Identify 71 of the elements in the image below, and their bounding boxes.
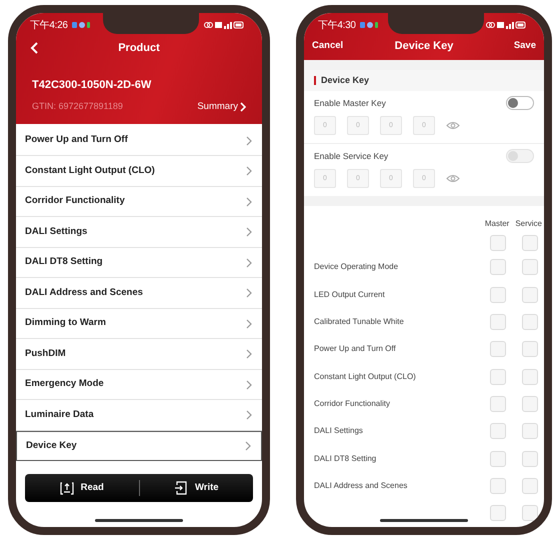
checkbox[interactable]: [490, 368, 506, 385]
checkbox[interactable]: [490, 423, 506, 440]
setting-label: Enable Service Key: [314, 150, 388, 163]
setting-label: Enable Master Key: [314, 96, 386, 110]
checkbox[interactable]: [522, 423, 538, 440]
chevron-right-icon: [246, 288, 252, 298]
chevron-right-icon: [246, 258, 252, 268]
chevron-right-icon: [240, 102, 246, 112]
checkbox[interactable]: [522, 234, 538, 251]
write-button[interactable]: Write: [140, 474, 253, 502]
chevron-right-icon: [246, 410, 252, 420]
chevron-right-icon: [246, 166, 252, 176]
chevron-right-icon: [246, 227, 252, 237]
screen-title: Product: [118, 40, 160, 56]
section-title: Device Key: [321, 74, 370, 87]
permission-label: DALI Address and Scenes: [314, 480, 408, 492]
chevron-right-icon: [245, 441, 251, 451]
column-header: Service: [515, 218, 542, 230]
permission-label: Calibrated Tunable White: [314, 316, 405, 328]
checkbox[interactable]: [522, 368, 538, 385]
checkbox[interactable]: [522, 286, 538, 303]
checkbox[interactable]: [490, 450, 506, 467]
checkbox[interactable]: [522, 505, 538, 522]
checkbox[interactable]: [490, 259, 506, 276]
gtin-text: GTIN: 6972677891189: [32, 100, 123, 113]
checkbox[interactable]: [522, 450, 538, 467]
import-icon: [174, 481, 188, 496]
checkbox[interactable]: [490, 286, 506, 303]
eye-icon: [446, 121, 460, 130]
status-icons-drawing: [204, 21, 244, 29]
permission-label: Constant Light Output (CLO): [314, 370, 417, 383]
permission-label: LED Output Current: [314, 288, 386, 301]
checkbox[interactable]: [490, 341, 506, 358]
status-time: 下午4:26: [30, 18, 68, 32]
summary-link[interactable]: Summary: [197, 100, 246, 114]
checkbox[interactable]: [490, 396, 506, 412]
cancel-button[interactable]: Cancel: [312, 39, 344, 54]
permission-label: Power Up and Turn Off: [314, 343, 397, 356]
save-button[interactable]: Save: [514, 39, 536, 54]
eye-icon: [446, 174, 460, 184]
screen-title: Device Key: [394, 39, 454, 54]
chevron-right-icon: [246, 136, 252, 146]
checkbox[interactable]: [490, 234, 506, 251]
notification-icons-drawing: [360, 22, 378, 28]
chevron-right-icon: [246, 380, 252, 390]
toggle-switch[interactable]: [506, 96, 534, 110]
chevron-right-icon: [246, 349, 252, 359]
checkbox[interactable]: [490, 505, 506, 522]
notification-icons-drawing: [72, 22, 90, 28]
menu-item[interactable]: Device Key: [16, 430, 262, 462]
checkbox[interactable]: [490, 478, 506, 494]
status-icons-drawing: [486, 21, 526, 29]
permission-label: DALI DT8 Setting: [314, 452, 378, 465]
checkbox[interactable]: [522, 314, 538, 330]
back-icon: [30, 42, 38, 54]
checkbox[interactable]: [490, 314, 506, 330]
permission-label: DALI Settings: [314, 425, 364, 438]
section-marker: [314, 76, 316, 85]
permission-label: Device Operating Mode: [314, 261, 400, 274]
read-button[interactable]: Read: [25, 474, 138, 502]
chevron-right-icon: [246, 318, 252, 328]
chevron-right-icon: [246, 196, 252, 206]
checkbox[interactable]: [522, 478, 538, 494]
checkbox[interactable]: [522, 259, 538, 276]
checkbox[interactable]: [522, 396, 538, 412]
checkbox[interactable]: [522, 341, 538, 358]
permission-label: Corridor Functionality: [314, 398, 392, 410]
upload-tray-icon: [60, 481, 74, 496]
column-header: Master: [484, 218, 510, 230]
status-time: 下午4:30: [318, 18, 356, 32]
product-model: T42C300-1050N-2D-6W: [32, 78, 152, 93]
